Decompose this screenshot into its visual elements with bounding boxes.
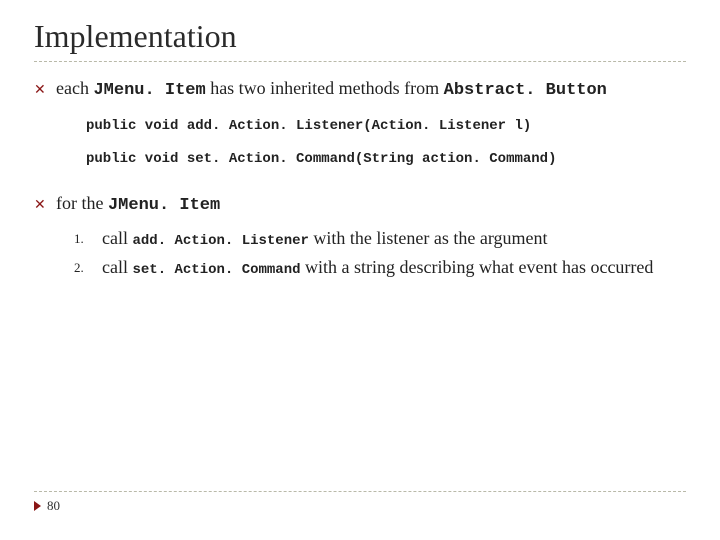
code-inline: JMenu. Item	[93, 81, 205, 100]
list-text: call add. Action. Listener with the list…	[102, 226, 686, 251]
list-item: 2. call set. Action. Command with a stri…	[74, 255, 686, 280]
code-line: public void add. Action. Listener(Action…	[86, 117, 686, 136]
bullet-item: ✕ each JMenu. Item has two inherited met…	[34, 76, 686, 103]
title-divider	[34, 61, 686, 62]
text-run: each	[56, 78, 93, 98]
footer: 80	[34, 491, 686, 514]
list-item: 1. call add. Action. Listener with the l…	[74, 226, 686, 251]
bullet-text: each JMenu. Item has two inherited metho…	[56, 76, 686, 103]
list-text: call set. Action. Command with a string …	[102, 255, 686, 280]
arrow-right-icon	[34, 501, 41, 511]
body-content: ✕ each JMenu. Item has two inherited met…	[34, 76, 686, 279]
list-number: 1.	[74, 226, 102, 248]
numbered-list: 1. call add. Action. Listener with the l…	[74, 226, 686, 280]
page-number: 80	[47, 498, 60, 514]
code-inline: JMenu. Item	[108, 196, 220, 215]
bullet-item: ✕ for the JMenu. Item	[34, 191, 686, 218]
code-inline: Abstract. Button	[444, 81, 607, 100]
spacer	[34, 179, 686, 191]
bullet-icon: ✕	[34, 76, 56, 99]
code-inline: set. Action. Command	[132, 262, 300, 278]
text-run: call	[102, 228, 132, 248]
list-number: 2.	[74, 255, 102, 277]
text-run: with the listener as the argument	[309, 228, 548, 248]
text-run: with a string describing what event has …	[301, 257, 654, 277]
bullet-icon: ✕	[34, 191, 56, 214]
slide: Implementation ✕ each JMenu. Item has tw…	[0, 0, 720, 540]
code-inline: add. Action. Listener	[132, 233, 308, 249]
text-run: has two inherited methods from	[206, 78, 444, 98]
page-indicator: 80	[34, 498, 686, 514]
text-run: call	[102, 257, 132, 277]
text-run: for the	[56, 193, 108, 213]
code-line: public void set. Action. Command(String …	[86, 150, 686, 169]
page-title: Implementation	[34, 18, 686, 55]
bullet-text: for the JMenu. Item	[56, 191, 686, 218]
footer-divider	[34, 491, 686, 492]
